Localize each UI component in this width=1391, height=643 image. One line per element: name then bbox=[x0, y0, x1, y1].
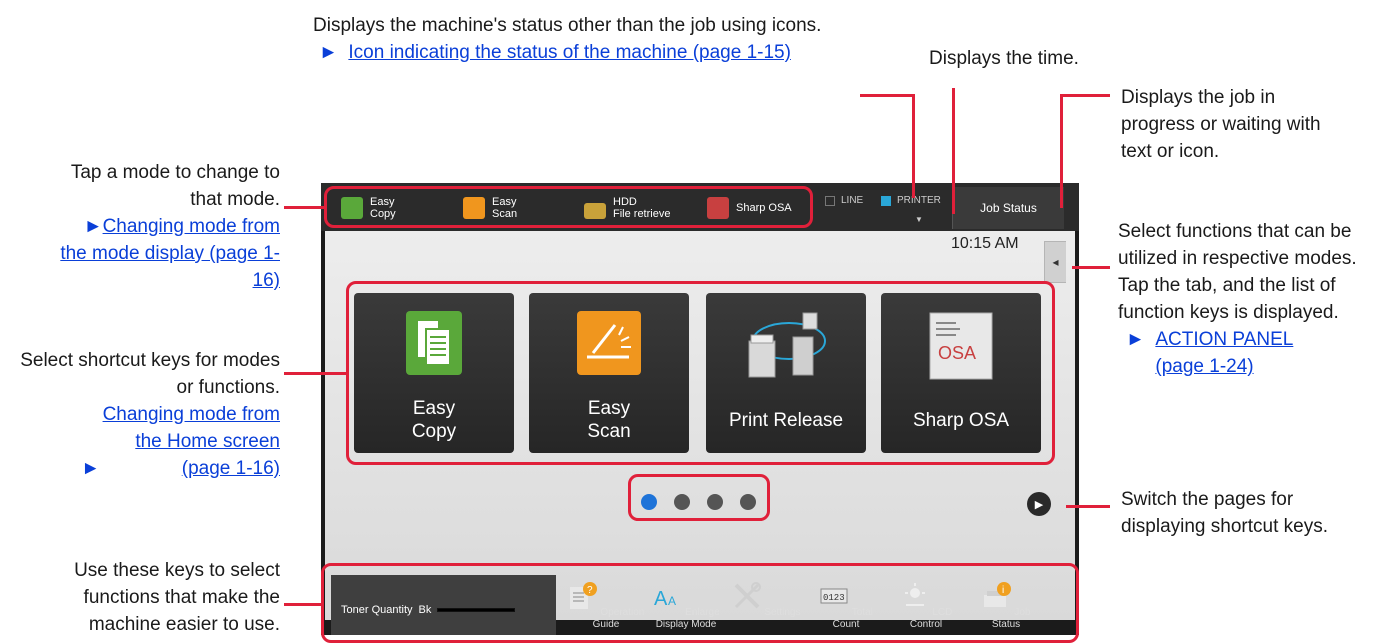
callout-line bbox=[1072, 266, 1110, 269]
note-status-icons: Displays the machine's status other than… bbox=[313, 12, 853, 66]
note-functions-text2: Tap the tab, and the list of function ke… bbox=[1118, 275, 1339, 323]
note-mode-text: Tap a mode to change to that mode. bbox=[70, 162, 280, 210]
callout-line bbox=[1066, 505, 1110, 508]
note-shortcut-text: Select shortcut keys for modes or functi… bbox=[20, 350, 280, 398]
callout-line bbox=[284, 206, 324, 209]
note-shortcut: Select shortcut keys for modes or functi… bbox=[20, 347, 280, 482]
line-indicator: LINE bbox=[825, 195, 863, 206]
highlight-page-dots bbox=[628, 474, 770, 521]
note-job: Displays the job in progress or waiting … bbox=[1121, 87, 1321, 162]
next-page-icon: ▶ bbox=[1034, 498, 1044, 511]
callout-line bbox=[1060, 94, 1063, 208]
note-time: Displays the time. bbox=[929, 48, 1079, 69]
note-functions-text1: Select functions that can be utilized in… bbox=[1118, 221, 1357, 269]
note-easier-text: Use these keys to select functions that … bbox=[74, 560, 280, 635]
link-arrow-icon: ► bbox=[1126, 329, 1145, 350]
panel-tab-icon: ◂ bbox=[1052, 255, 1059, 269]
highlight-shortcut-tiles bbox=[346, 281, 1055, 465]
highlight-mode-bar bbox=[324, 186, 813, 228]
printer-indicator: PRINTER bbox=[881, 195, 941, 206]
line-led-icon bbox=[825, 195, 835, 206]
clock: 10:15 AM bbox=[951, 235, 1019, 252]
callout-line bbox=[284, 372, 346, 375]
link-action-panel[interactable]: ACTION PANEL (page 1-24) bbox=[1155, 326, 1305, 380]
link-arrow-icon: ► bbox=[319, 42, 338, 63]
callout-line bbox=[284, 603, 321, 606]
link-home-screen[interactable]: Changing mode from the Home screen (page… bbox=[100, 401, 280, 482]
printer-led-icon bbox=[881, 195, 891, 206]
link-arrow-icon: ► bbox=[83, 216, 103, 237]
note-status-icons-text: Displays the machine's status other than… bbox=[313, 15, 822, 36]
note-mode: Tap a mode to change to that mode. ►Chan… bbox=[60, 159, 280, 294]
job-status-button[interactable]: Job Status bbox=[952, 187, 1064, 229]
note-pages: Switch the pages for displaying shortcut… bbox=[1121, 489, 1328, 537]
status-dropdown-icon[interactable]: ▼ bbox=[915, 215, 923, 224]
callout-line bbox=[1060, 94, 1110, 97]
highlight-function-keys bbox=[321, 563, 1079, 643]
next-page-button[interactable]: ▶ bbox=[1027, 492, 1051, 516]
link-arrow-icon: ► bbox=[81, 458, 100, 479]
link-status-icons[interactable]: Icon indicating the status of the machin… bbox=[348, 39, 828, 66]
note-functions: Select functions that can be utilized in… bbox=[1118, 218, 1390, 380]
note-easier: Use these keys to select functions that … bbox=[10, 557, 280, 638]
callout-line bbox=[952, 88, 955, 214]
callout-line bbox=[860, 94, 915, 97]
callout-line bbox=[912, 94, 915, 198]
action-panel-tab[interactable]: ◂ bbox=[1044, 241, 1066, 283]
